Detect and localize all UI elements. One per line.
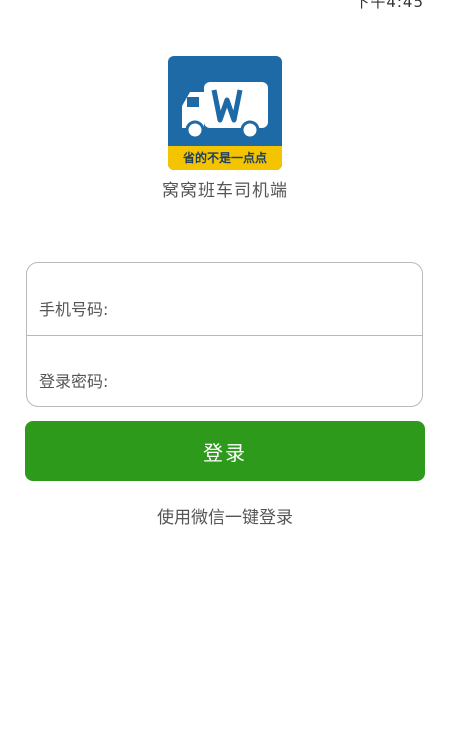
- app-logo: 省的不是一点点: [168, 56, 282, 170]
- app-name: 窝窝班车司机端: [162, 181, 288, 201]
- phone-label: 手机号码:: [39, 300, 109, 319]
- password-input[interactable]: [108, 358, 422, 401]
- password-label: 登录密码:: [39, 371, 109, 391]
- wechat-login-link[interactable]: 使用微信一键登录: [0, 503, 450, 528]
- password-row: 登录密码:: [27, 335, 422, 406]
- status-bar-time: 下午4:45: [354, 0, 424, 11]
- phone-input[interactable]: [108, 287, 422, 329]
- phone-row: 手机号码:: [27, 263, 422, 336]
- login-form: 手机号码: 登录密码:: [26, 262, 423, 407]
- logo-slogan: 省的不是一点点: [168, 146, 282, 170]
- login-button[interactable]: 登录: [25, 421, 425, 481]
